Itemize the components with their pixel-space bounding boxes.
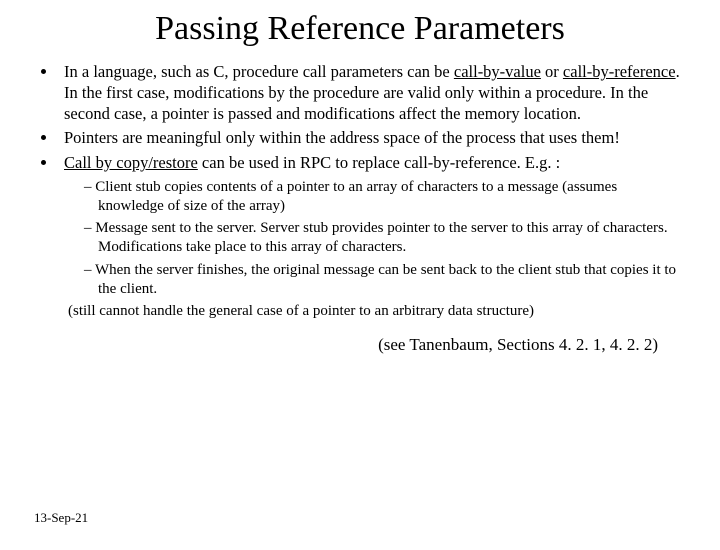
term-call-by-copy-restore: Call by copy/restore bbox=[64, 153, 198, 172]
sub-bullet-3: When the server finishes, the original m… bbox=[84, 261, 686, 299]
bullet-3-post: can be used in RPC to replace call-by-re… bbox=[198, 153, 560, 172]
reference-text: (see Tanenbaum, Sections 4. 2. 1, 4. 2. … bbox=[34, 335, 658, 355]
bullet-list: In a language, such as C, procedure call… bbox=[34, 62, 686, 321]
bullet-2: Pointers are meaningful only within the … bbox=[58, 128, 686, 149]
term-call-by-reference: call-by-reference bbox=[563, 62, 676, 81]
bullet-1-mid: or bbox=[541, 62, 563, 81]
term-call-by-value: call-by-value bbox=[454, 62, 541, 81]
slide-body: In a language, such as C, procedure call… bbox=[0, 62, 720, 355]
sub-bullet-1: Client stub copies contents of a pointer… bbox=[84, 178, 686, 216]
bullet-3: Call by copy/restore can be used in RPC … bbox=[58, 153, 686, 321]
bullet-1: In a language, such as C, procedure call… bbox=[58, 62, 686, 124]
slide: Passing Reference Parameters In a langua… bbox=[0, 10, 720, 550]
sub-bullet-list: Client stub copies contents of a pointer… bbox=[64, 178, 686, 299]
footer-date: 13-Sep-21 bbox=[34, 510, 88, 526]
paren-note: (still cannot handle the general case of… bbox=[68, 302, 686, 321]
slide-title: Passing Reference Parameters bbox=[0, 10, 720, 48]
sub-bullet-2: Message sent to the server. Server stub … bbox=[84, 219, 686, 257]
bullet-1-pre: In a language, such as C, procedure call… bbox=[64, 62, 454, 81]
